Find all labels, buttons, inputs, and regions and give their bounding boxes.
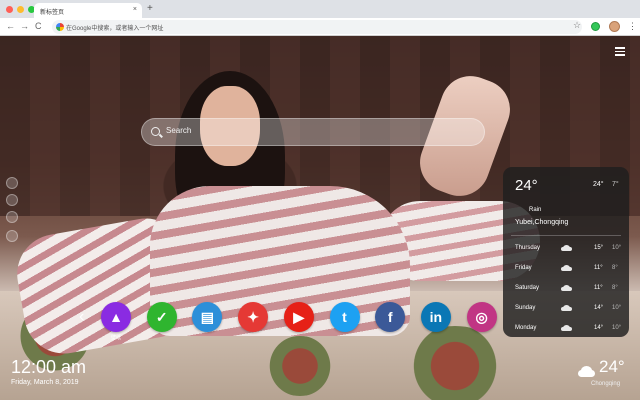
cloud-icon xyxy=(561,244,572,251)
instagram-shortcut-icon[interactable]: ◎ xyxy=(466,302,497,332)
forward-icon[interactable]: → xyxy=(20,21,29,32)
side-button[interactable] xyxy=(6,194,18,206)
google-icon xyxy=(56,23,64,31)
profile-avatar[interactable] xyxy=(609,21,620,32)
clock-date: Friday, March 8, 2019 xyxy=(11,379,79,386)
new-tab-button[interactable]: + xyxy=(147,3,153,15)
tab-bar: 新标签页 × + xyxy=(0,0,640,18)
forecast-row: Saturday 11° 8° xyxy=(515,283,625,295)
forecast-low: 8° xyxy=(612,285,618,291)
cloud-icon xyxy=(561,304,572,311)
forecast-day: Thursday xyxy=(515,245,541,251)
forecast-high: 14° xyxy=(594,305,604,311)
search-icon[interactable] xyxy=(151,127,160,136)
forecast-low: 8° xyxy=(612,265,618,271)
cloud-icon xyxy=(561,264,572,271)
messages-shortcut-icon[interactable]: ✓ xyxy=(146,302,177,332)
cloud-icon xyxy=(561,284,572,291)
forecast-low: 10° xyxy=(612,305,622,311)
cloud-icon xyxy=(561,324,572,331)
forecast-day: Sunday xyxy=(515,305,536,311)
hamburger-menu-icon[interactable] xyxy=(615,47,625,56)
low-temperature: 7° xyxy=(612,181,619,188)
twitter-shortcut-icon[interactable]: t xyxy=(329,302,360,332)
tab-new-tab[interactable]: 新标签页 × xyxy=(34,3,142,18)
gallery-shortcut-icon[interactable]: ▲ xyxy=(101,302,131,332)
youtube-shortcut-icon[interactable]: ▶ xyxy=(283,302,314,332)
games-shortcut-icon[interactable]: ✦ xyxy=(238,302,269,332)
weather-location: Yubei,Chongqing xyxy=(515,219,569,226)
forecast-high: 14° xyxy=(594,325,604,331)
forecast-high: 15° xyxy=(594,245,604,251)
divider xyxy=(511,235,621,236)
gallery-shortcut-label: 壁纸 xyxy=(110,335,121,341)
forecast-high: 11° xyxy=(594,265,603,271)
browser-menu-icon[interactable]: ⋮ xyxy=(628,21,637,31)
close-window-button[interactable] xyxy=(6,6,13,13)
clock-time: 12:00 am xyxy=(11,357,87,377)
back-icon[interactable]: ← xyxy=(6,21,15,32)
shortcuts-prev-arrow[interactable]: ‹ xyxy=(79,308,84,326)
weather-condition: Rain xyxy=(529,207,542,213)
forecast-day: Monday xyxy=(515,325,537,331)
tab-title: 新标签页 xyxy=(40,10,65,16)
forecast-low: 10° xyxy=(612,245,622,251)
side-button[interactable] xyxy=(6,211,18,223)
linkedin-shortcut-icon[interactable]: in xyxy=(420,302,451,332)
facebook-shortcut-icon[interactable]: f xyxy=(375,302,406,332)
extension-icon[interactable] xyxy=(591,22,600,31)
wallpaper-flower xyxy=(260,336,340,396)
address-bar-placeholder: 在Google中搜索，或者输入一个网址 xyxy=(66,26,164,32)
tab-close-icon[interactable]: × xyxy=(133,6,137,13)
window-controls xyxy=(6,6,35,13)
search-input[interactable] xyxy=(166,126,466,135)
forecast-row: Monday 14° 10° xyxy=(515,323,625,335)
side-button[interactable] xyxy=(6,230,18,242)
side-button[interactable] xyxy=(6,177,18,189)
bookmark-star-icon[interactable]: ☆ xyxy=(573,20,581,31)
bottom-weather-location: Chongqing xyxy=(591,381,621,387)
weather-panel[interactable]: 24° 24° 7° Rain Yubei,Chongqing Thursday… xyxy=(503,167,629,337)
address-bar[interactable]: 在Google中搜索，或者输入一个网址 xyxy=(52,20,582,34)
wallpaper-sweater xyxy=(150,186,410,336)
bottom-weather-temperature[interactable]: 24° xyxy=(599,357,625,377)
forecast-row: Sunday 14° 10° xyxy=(515,303,625,315)
forecast-low: 10° xyxy=(612,325,622,331)
forecast-row: Thursday 15° 10° xyxy=(515,243,625,255)
new-tab-page: 24° 24° 7° Rain Yubei,Chongqing Thursday… xyxy=(0,36,640,400)
minimize-window-button[interactable] xyxy=(17,6,24,13)
reload-icon[interactable]: C xyxy=(35,21,42,32)
current-temperature: 24° xyxy=(515,177,538,194)
cloud-icon xyxy=(578,366,595,377)
forecast-high: 11° xyxy=(594,285,603,291)
forecast-row: Friday 11° 8° xyxy=(515,263,625,275)
forecast-day: Friday xyxy=(515,265,532,271)
wallpaper-flower xyxy=(400,326,510,400)
browser-toolbar: ← → C 在Google中搜索，或者输入一个网址 ☆ ⋮ xyxy=(0,18,640,36)
high-temperature: 24° xyxy=(593,181,604,188)
forecast-day: Saturday xyxy=(515,285,540,291)
search-bar[interactable] xyxy=(141,118,485,146)
